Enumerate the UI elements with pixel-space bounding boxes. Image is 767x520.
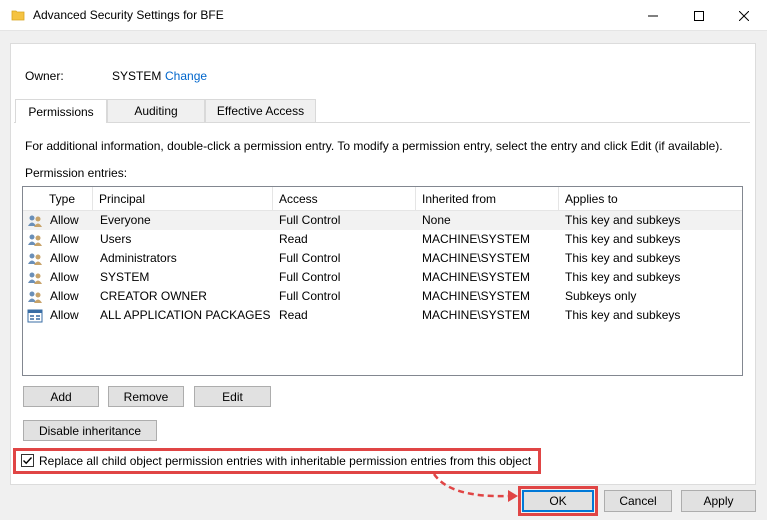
entry-access: Read	[279, 232, 308, 246]
entry-applies-to: This key and subkeys	[565, 232, 681, 246]
apply-button[interactable]: Apply	[681, 490, 756, 512]
maximize-button[interactable]	[676, 0, 722, 31]
users-group-icon	[28, 234, 42, 246]
permission-row[interactable]: Allow Users Read MACHINE\SYSTEM This key…	[23, 230, 742, 249]
entry-principal: Administrators	[100, 251, 177, 265]
entry-applies-to: This key and subkeys	[565, 308, 681, 322]
replace-permissions-checkbox[interactable]	[21, 454, 34, 467]
entry-access: Full Control	[279, 289, 341, 303]
entry-access: Full Control	[279, 213, 341, 227]
close-icon	[739, 10, 749, 21]
close-button[interactable]	[721, 0, 767, 31]
remove-button[interactable]: Remove	[108, 386, 184, 407]
entry-principal: CREATOR OWNER	[100, 289, 207, 303]
entry-applies-to: This key and subkeys	[565, 213, 681, 227]
users-group-icon	[28, 253, 42, 265]
entry-type: Allow	[50, 213, 79, 227]
window-title: Advanced Security Settings for BFE	[33, 8, 224, 22]
entry-type: Allow	[50, 232, 79, 246]
entry-principal: ALL APPLICATION PACKAGES	[100, 308, 271, 322]
entry-type: Allow	[50, 270, 79, 284]
change-owner-link[interactable]: Change	[165, 69, 207, 83]
title-bar: Advanced Security Settings for BFE	[0, 0, 767, 31]
app-packages-icon	[27, 309, 43, 323]
entry-inherited-from: MACHINE\SYSTEM	[422, 308, 531, 322]
tab-auditing[interactable]: Auditing	[107, 99, 205, 122]
entry-principal: SYSTEM	[100, 270, 150, 284]
entry-applies-to: This key and subkeys	[565, 270, 681, 284]
ok-button[interactable]: OK	[522, 490, 594, 512]
entry-type: Allow	[50, 289, 79, 303]
dashed-arrow-annotation	[432, 473, 518, 502]
disable-inheritance-button[interactable]: Disable inheritance	[23, 420, 157, 441]
checkmark-icon	[23, 457, 33, 465]
minimize-icon	[648, 15, 658, 16]
entry-inherited-from: MACHINE\SYSTEM	[422, 232, 531, 246]
permission-row[interactable]: Allow ALL APPLICATION PACKAGES Read MACH…	[23, 306, 742, 325]
owner-value: SYSTEM	[112, 69, 162, 83]
entry-inherited-from: MACHINE\SYSTEM	[422, 289, 531, 303]
entry-applies-to: This key and subkeys	[565, 251, 681, 265]
maximize-icon	[694, 10, 704, 21]
folder-icon	[11, 10, 25, 21]
entry-access: Read	[279, 308, 308, 322]
tab-permissions[interactable]: Permissions	[15, 99, 107, 123]
entry-principal: Everyone	[100, 213, 151, 227]
entry-access: Full Control	[279, 251, 341, 265]
permission-row[interactable]: Allow SYSTEM Full Control MACHINE\SYSTEM…	[23, 268, 742, 287]
edit-button[interactable]: Edit	[194, 386, 271, 407]
permission-entries-label: Permission entries:	[25, 166, 128, 180]
column-header-access[interactable]: Access	[273, 187, 416, 211]
entry-inherited-from: MACHINE\SYSTEM	[422, 270, 531, 284]
users-group-icon	[28, 272, 42, 284]
column-header-inherited-from[interactable]: Inherited from	[416, 187, 559, 211]
permission-entries-list[interactable]: Type Principal Access Inherited from App…	[22, 186, 743, 376]
entry-type: Allow	[50, 308, 79, 322]
list-header: Type Principal Access Inherited from App…	[23, 187, 742, 211]
permission-row[interactable]: Allow CREATOR OWNER Full Control MACHINE…	[23, 287, 742, 306]
column-header-principal[interactable]: Principal	[93, 187, 273, 211]
add-button[interactable]: Add	[23, 386, 99, 407]
entry-principal: Users	[100, 232, 132, 246]
column-header-applies-to[interactable]: Applies to	[559, 187, 742, 211]
entry-inherited-from: None	[422, 213, 451, 227]
permission-row[interactable]: Allow Administrators Full Control MACHIN…	[23, 249, 742, 268]
tab-effective-access[interactable]: Effective Access	[205, 99, 316, 122]
permission-row[interactable]: Allow Everyone Full Control None This ke…	[23, 211, 742, 230]
entry-access: Full Control	[279, 270, 341, 284]
column-header-type[interactable]: Type	[43, 187, 93, 211]
minimize-button[interactable]	[630, 0, 676, 31]
entry-inherited-from: MACHINE\SYSTEM	[422, 251, 531, 265]
users-group-icon	[28, 215, 42, 227]
cancel-button[interactable]: Cancel	[604, 490, 672, 512]
entry-applies-to: Subkeys only	[565, 289, 637, 303]
info-text: For additional information, double-click…	[25, 139, 723, 153]
entry-type: Allow	[50, 251, 79, 265]
replace-permissions-label[interactable]: Replace all child object permission entr…	[39, 454, 531, 468]
owner-label: Owner:	[25, 69, 64, 83]
users-group-icon	[28, 291, 42, 303]
